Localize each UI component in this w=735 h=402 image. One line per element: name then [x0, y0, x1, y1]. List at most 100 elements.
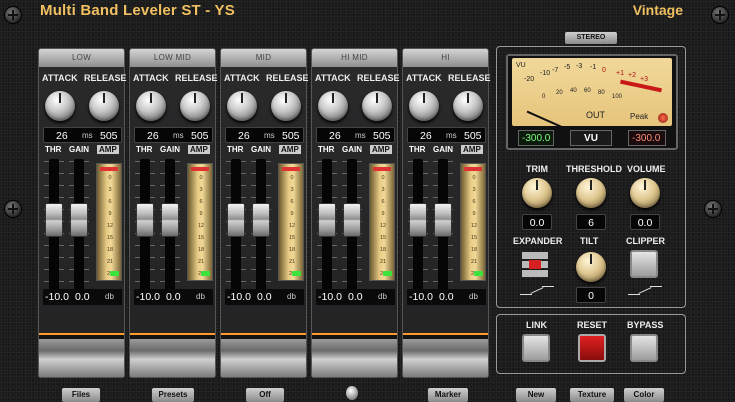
peak-label: Peak — [630, 112, 649, 121]
amp-meter: 03691215182124 — [460, 163, 486, 281]
band-footer-plate — [312, 333, 397, 377]
attack-release-readout[interactable]: 26 ms 505 — [43, 127, 122, 143]
thr-value[interactable]: -10.0 — [227, 289, 251, 305]
gain-value[interactable]: 0.0 — [348, 289, 363, 305]
thr-value[interactable]: -10.0 — [318, 289, 342, 305]
fader-readout: -10.0 0.0 db — [316, 289, 395, 305]
amp-peak-indicator — [464, 167, 482, 171]
band-strip: HI ATTACK RELEASE 26 ms 505 THR GAIN AMP… — [402, 48, 491, 378]
expander-switch[interactable] — [520, 250, 550, 278]
amp-scale-label: 3 — [381, 187, 385, 193]
amp-scale-label: 0 — [472, 175, 476, 181]
thr-value[interactable]: -10.0 — [409, 289, 433, 305]
gain-value[interactable]: 0.0 — [75, 289, 90, 305]
thr-value[interactable]: -10.0 — [45, 289, 69, 305]
amp-scale-label: 18 — [288, 247, 296, 253]
vu-mode-button[interactable]: VU — [570, 130, 612, 146]
gain-fader[interactable] — [161, 203, 179, 237]
gain-fader[interactable] — [252, 203, 270, 237]
expander-switch-bar — [522, 252, 548, 259]
amp-led — [474, 271, 483, 276]
vu-scale-top-label: -7 — [552, 67, 559, 74]
attack-label: ATTACK — [315, 73, 351, 83]
amp-scale-label: 6 — [199, 199, 203, 205]
attack-knob[interactable] — [318, 91, 348, 121]
amp-scale-label: 21 — [470, 259, 478, 265]
vu-scale-top-label: +1 — [616, 70, 624, 77]
volume-value[interactable]: 0.0 — [630, 214, 660, 230]
style-label: Vintage — [632, 2, 683, 18]
thr-fader[interactable] — [409, 203, 427, 237]
clipper-button[interactable] — [630, 250, 658, 278]
screw-icon — [711, 6, 729, 24]
band-footer-plate — [39, 333, 124, 377]
band-strip: MID ATTACK RELEASE 26 ms 505 THR GAIN AM… — [220, 48, 309, 378]
vu-scale-top-label: -1 — [590, 64, 597, 71]
clipper-label: CLIPPER — [626, 236, 666, 246]
amp-scale-label: 9 — [290, 211, 294, 217]
gain-value[interactable]: 0.0 — [257, 289, 272, 305]
threshold-value[interactable]: 6 — [576, 214, 606, 230]
clipper-curve-icon — [628, 284, 662, 298]
thr-fader[interactable] — [136, 203, 154, 237]
gain-fader[interactable] — [343, 203, 361, 237]
release-knob[interactable] — [180, 91, 210, 121]
gain-fader[interactable] — [70, 203, 88, 237]
reset-button[interactable] — [578, 334, 606, 362]
ms-unit: ms — [446, 131, 457, 140]
attack-release-readout[interactable]: 26 ms 505 — [134, 127, 213, 143]
gain-fader[interactable] — [434, 203, 452, 237]
vu-scale-bottom-label: 100 — [612, 94, 623, 100]
amp-scale-label: 0 — [108, 175, 112, 181]
attack-knob[interactable] — [227, 91, 257, 121]
tilt-knob[interactable] — [576, 252, 606, 282]
vu-scale-top-label: +3 — [640, 76, 648, 83]
thr-label: THR — [409, 145, 426, 154]
volume-knob[interactable] — [630, 178, 660, 208]
reset-label: RESET — [577, 320, 608, 330]
attack-release-readout[interactable]: 26 ms 505 — [225, 127, 304, 143]
thr-value[interactable]: -10.0 — [136, 289, 160, 305]
attack-knob[interactable] — [45, 91, 75, 121]
marker-knob[interactable] — [346, 386, 358, 400]
amp-label: AMP — [279, 145, 301, 154]
threshold-label: THRESHOLD — [566, 164, 622, 174]
amp-scale-label: 9 — [381, 211, 385, 217]
link-button[interactable] — [522, 334, 550, 362]
gain-value[interactable]: 0.0 — [166, 289, 181, 305]
trim-knob[interactable] — [522, 178, 552, 208]
amp-scale-label: 0 — [199, 175, 203, 181]
trim-value[interactable]: 0.0 — [522, 214, 552, 230]
tilt-value[interactable]: 0 — [576, 287, 606, 303]
release-knob[interactable] — [362, 91, 392, 121]
release-knob[interactable] — [453, 91, 483, 121]
amp-label: AMP — [188, 145, 210, 154]
release-knob[interactable] — [89, 91, 119, 121]
threshold-knob[interactable] — [576, 178, 606, 208]
attack-release-readout[interactable]: 26 ms 505 — [407, 127, 486, 143]
band-strip: LOW ATTACK RELEASE 26 ms 505 THR GAIN AM… — [38, 48, 127, 378]
thr-fader[interactable] — [227, 203, 245, 237]
amp-scale-label: 12 — [470, 223, 478, 229]
attack-knob[interactable] — [409, 91, 439, 121]
vu-scale-bottom-label: 20 — [556, 90, 563, 96]
band-footer-plate — [130, 333, 215, 377]
vu-scale-bottom-label: 60 — [584, 88, 591, 94]
attack-knob[interactable] — [136, 91, 166, 121]
release-knob[interactable] — [271, 91, 301, 121]
vu-scale-top-label: 0 — [602, 67, 606, 74]
thr-fader[interactable] — [318, 203, 336, 237]
amp-scale-label: 6 — [108, 199, 112, 205]
gain-label: GAIN — [433, 145, 453, 154]
amp-scale-label: 21 — [197, 259, 205, 265]
expander-indicator — [529, 260, 541, 269]
amp-label: AMP — [97, 145, 119, 154]
attack-release-readout[interactable]: 26 ms 505 — [316, 127, 395, 143]
gain-value[interactable]: 0.0 — [439, 289, 454, 305]
thr-label: THR — [136, 145, 153, 154]
expander-switch-bar — [522, 270, 548, 277]
thr-fader[interactable] — [45, 203, 63, 237]
gain-label: GAIN — [342, 145, 362, 154]
stereo-button[interactable]: STEREO — [565, 32, 617, 44]
bypass-button[interactable] — [630, 334, 658, 362]
